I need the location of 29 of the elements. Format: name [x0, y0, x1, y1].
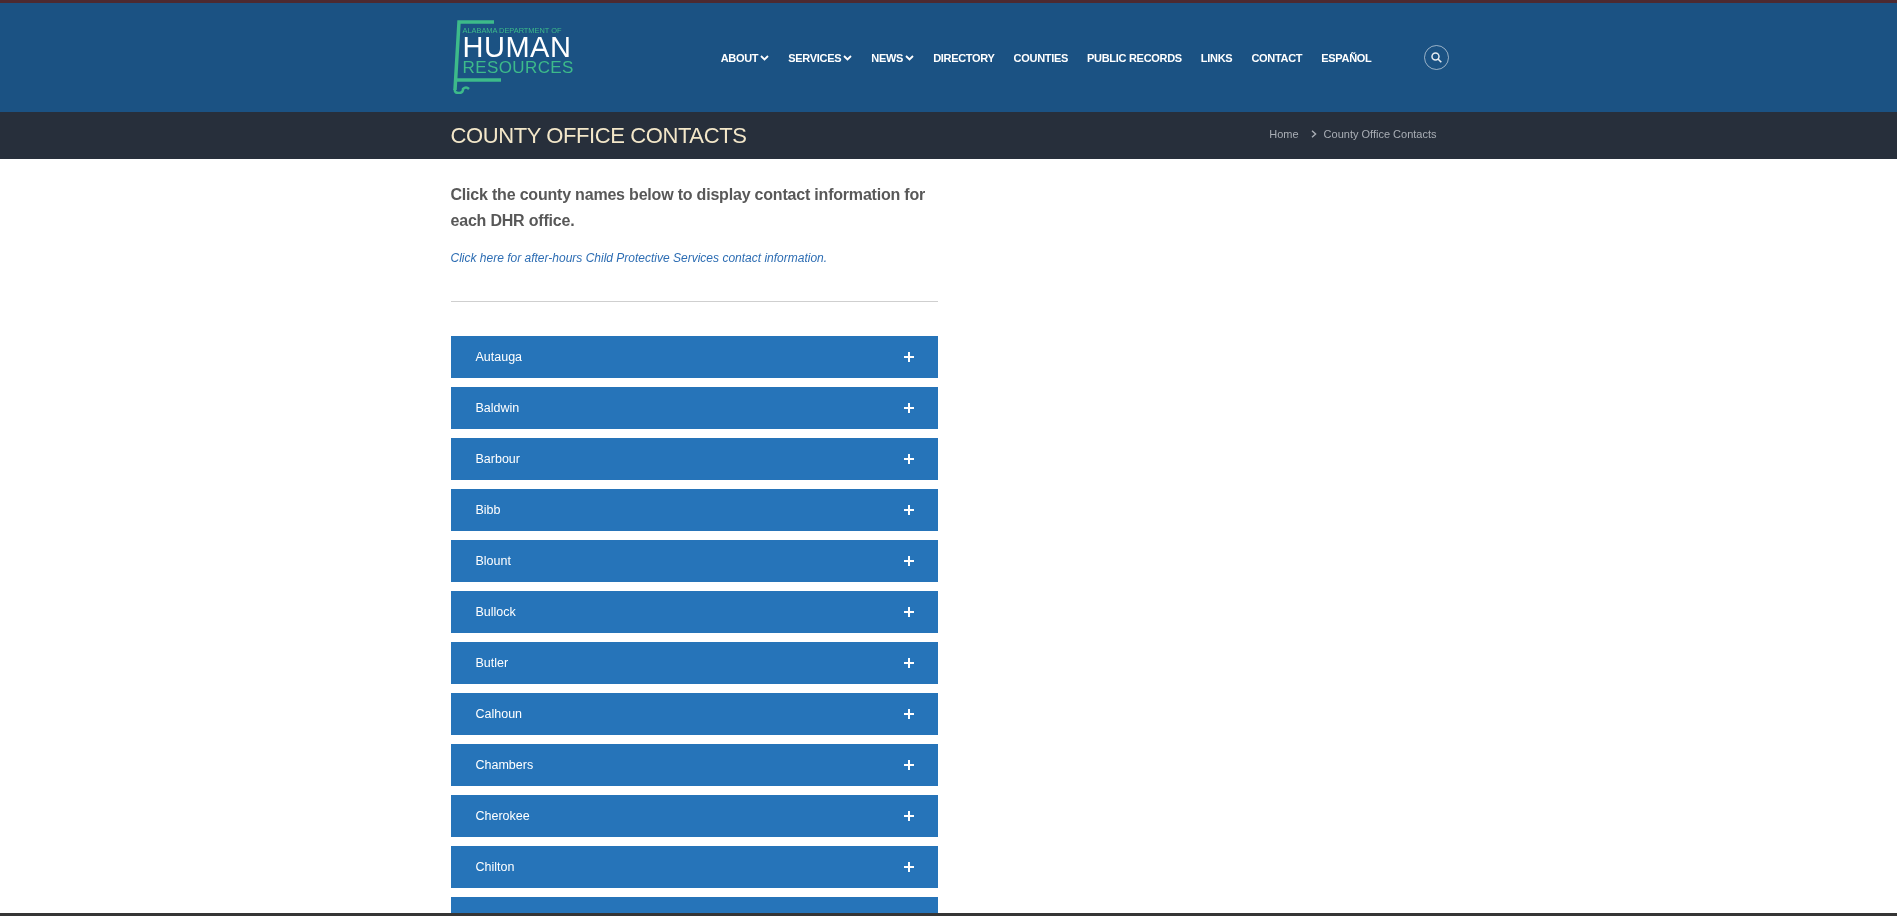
page-title: COUNTY OFFICE CONTACTS [450, 122, 747, 149]
logo-text: HUMAN [462, 35, 572, 59]
breadcrumb-link[interactable]: Home [1269, 127, 1299, 140]
accordion-header[interactable]: Bullock [450, 591, 938, 633]
intro-text: Click the county names below to display contact information for each DHR office. [450, 185, 927, 231]
nav-link[interactable]: NEWS [871, 51, 915, 64]
search-icon [1430, 52, 1442, 63]
nav-link[interactable]: DIRECTORY [933, 51, 995, 64]
after-hours-link[interactable]: Click here for after-hours Child Protective Services contact information. [450, 250, 828, 266]
accordion-header[interactable]: Calhoun [450, 693, 938, 735]
nav-link[interactable]: SERVICES [788, 51, 853, 64]
chevron-right-icon [1310, 129, 1317, 138]
nav-link[interactable]: LINKS [1200, 51, 1233, 64]
accordion-header[interactable]: Butler [450, 642, 938, 684]
nav-link[interactable]: PUBLIC RECORDS [1087, 51, 1182, 64]
accordion-header[interactable]: Chilton [450, 846, 938, 888]
accordion-header[interactable]: Chambers [450, 744, 938, 786]
accordion-header[interactable]: Bibb [450, 489, 938, 531]
nav-link[interactable]: ABOUT [720, 51, 770, 64]
accordion-header[interactable]: Baldwin [450, 387, 938, 429]
logo-text: RESOURCES [462, 59, 575, 76]
breadcrumb-current: County Office Contacts [1323, 127, 1437, 140]
accordion-header[interactable]: Barbour [450, 438, 938, 480]
nav-link[interactable]: CONTACT [1251, 51, 1303, 64]
accordion-header[interactable]: Autauga [450, 336, 938, 378]
accordion-header[interactable]: Blount [450, 540, 938, 582]
nav-link[interactable]: COUNTIES [1013, 51, 1069, 64]
accordion-header[interactable]: Cherokee [450, 795, 938, 837]
nav-link[interactable]: ESPAÑOL [1321, 51, 1372, 64]
